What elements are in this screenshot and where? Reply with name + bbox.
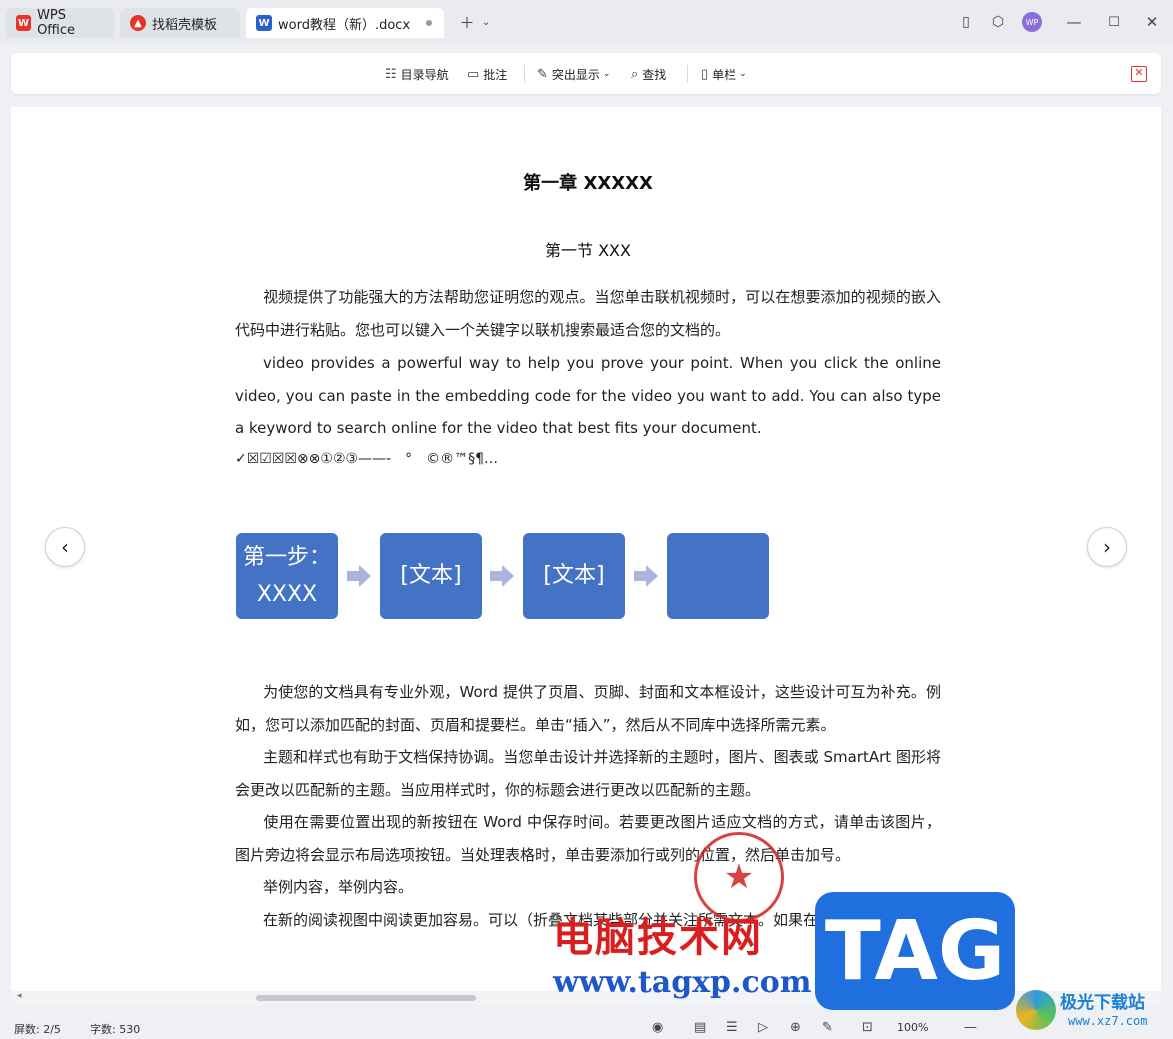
- arrow-icon: [490, 565, 514, 587]
- zoom-level[interactable]: 100%: [897, 1021, 928, 1034]
- highlight-button[interactable]: ✎ 突出显示 ⌄: [537, 64, 610, 84]
- divider: [687, 65, 688, 83]
- section-title: 第一节 XXX: [545, 241, 631, 260]
- arrow-icon: [634, 565, 658, 587]
- reading-toolbar: ☷ 目录导航 ▭ 批注 ✎ 突出显示 ⌄ ⌕ 查找 ▯ 单栏 ⌄: [11, 53, 1161, 94]
- chevron-down-icon: ⌄: [602, 69, 611, 79]
- comment-icon: ▭: [467, 66, 480, 82]
- page-view-icon[interactable]: ▤: [694, 1020, 706, 1035]
- maximize-icon[interactable]: ☐: [1104, 10, 1124, 34]
- title-bar: W WPS Office ▲ 找稻壳模板 W word教程（新）.docx ＋ …: [0, 0, 1173, 44]
- list-icon: ☷: [385, 66, 397, 82]
- smartart-step-4[interactable]: [667, 533, 769, 619]
- tab-label: word教程（新）.docx: [278, 17, 411, 33]
- paragraph: 为使您的文档具有专业外观，Word 提供了页眉、页脚、封面和文本框设计，这些设计…: [235, 676, 941, 741]
- step-text: [文本]: [400, 563, 462, 589]
- jiguang-watermark: 极光下载站 www.xz7.com: [1016, 986, 1166, 1036]
- comment-label: 批注: [483, 67, 508, 82]
- zoom-out-icon[interactable]: —: [964, 1020, 977, 1035]
- smartart-step-2[interactable]: [文本]: [380, 533, 482, 619]
- toc-button[interactable]: ☷ 目录导航: [385, 64, 449, 84]
- scroll-thumb[interactable]: [256, 995, 476, 1001]
- paragraph-text: video provides a powerful way to help yo…: [235, 354, 941, 437]
- columns-label: 单栏: [712, 67, 737, 82]
- word-doc-icon: W: [256, 15, 272, 31]
- comment-button[interactable]: ▭ 批注: [467, 64, 507, 84]
- status-bar: 屏数: 2/5 字数: 530 ◉ ▤ ☰ ▷ ⊕ ✎ ⊡ 100% —: [0, 1017, 1173, 1039]
- paragraph-text: 为使您的文档具有专业外观，Word 提供了页眉、页脚、封面和文本框设计，这些设计…: [235, 683, 941, 734]
- outline-icon[interactable]: ☰: [726, 1020, 738, 1035]
- chevron-down-icon[interactable]: ⌄: [480, 10, 492, 34]
- exit-reading-icon[interactable]: ✕: [1131, 66, 1147, 82]
- paragraph-text: 举例内容，举例内容。: [263, 878, 414, 896]
- tab-wps-office[interactable]: W WPS Office: [6, 8, 114, 38]
- avatar[interactable]: WP: [1022, 12, 1042, 32]
- next-page-button[interactable]: ›: [1087, 527, 1127, 567]
- paragraph: 视频提供了功能强大的方法帮助您证明您的观点。当您单击联机视频时，可以在想要添加的…: [235, 281, 941, 346]
- tab-label: WPS Office: [37, 8, 76, 38]
- step-text: [文本]: [543, 563, 605, 589]
- toc-label: 目录导航: [400, 67, 449, 82]
- chevron-left-icon: ‹: [61, 535, 69, 559]
- chevron-down-icon: ⌄: [739, 69, 747, 79]
- word-count[interactable]: 字数: 530: [90, 1021, 140, 1037]
- screen-count: 屏数: 2/5: [14, 1023, 61, 1036]
- cube-icon[interactable]: ⬡: [988, 10, 1008, 34]
- columns-button[interactable]: ▯ 单栏 ⌄: [701, 64, 747, 84]
- document-page: 第一章 XXXXX 第一节 XXX 视频提供了功能强大的方法帮助您证明您的观点。…: [11, 107, 1161, 991]
- paragraph-text: 视频提供了功能强大的方法帮助您证明您的观点。当您单击联机视频时，可以在想要添加的…: [235, 288, 941, 339]
- watermark-site-url: www.tagxp.com: [553, 965, 812, 1000]
- jiguang-url: www.xz7.com: [1068, 1014, 1148, 1028]
- paragraph-text: 主题和样式也有助于文档保持协调。当您单击设计并选择新的主题时，图片、图表或 Sm…: [235, 748, 941, 799]
- new-tab-icon[interactable]: ＋: [456, 10, 478, 34]
- arrow-icon: [347, 565, 371, 587]
- wps-logo-icon: W: [16, 15, 32, 31]
- highlighter-icon: ✎: [537, 66, 548, 82]
- tab-document[interactable]: W word教程（新）.docx: [246, 8, 444, 38]
- paragraph: 使用在需要位置出现的新按钮在 Word 中保存时间。若要更改图片适应文档的方式，…: [235, 806, 941, 871]
- layout-icon[interactable]: ▯: [956, 10, 976, 34]
- smartart-step-1[interactable]: 第一步：XXXX: [236, 533, 338, 619]
- jiguang-logo-icon: [1016, 990, 1056, 1030]
- fit-icon[interactable]: ⊡: [862, 1020, 873, 1035]
- page-icon: ▯: [701, 66, 709, 82]
- play-icon[interactable]: ▷: [758, 1020, 768, 1035]
- tag-logo: TAG: [815, 892, 1015, 1010]
- paragraph: 主题和样式也有助于文档保持协调。当您单击设计并选择新的主题时，图片、图表或 Sm…: [235, 741, 941, 806]
- prev-page-button[interactable]: ‹: [45, 527, 85, 567]
- chevron-right-icon: ›: [1103, 535, 1111, 559]
- jiguang-name: 极光下载站: [1060, 993, 1145, 1013]
- pen-icon[interactable]: ✎: [822, 1020, 833, 1035]
- paragraph-text: 使用在需要位置出现的新按钮在 Word 中保存时间。若要更改图片适应文档的方式，…: [235, 813, 941, 864]
- search-icon: ⌕: [631, 66, 639, 82]
- find-label: 查找: [642, 67, 667, 82]
- tab-label: 找稻壳模板: [152, 17, 218, 33]
- minimize-icon[interactable]: —: [1064, 10, 1084, 34]
- paragraph: video provides a powerful way to help yo…: [235, 347, 941, 445]
- divider: [524, 65, 525, 83]
- find-button[interactable]: ⌕ 查找: [631, 64, 666, 84]
- symbols-line: ✓☒☑☒☒⊗⊗①②③——- ° ©®™§¶…: [235, 451, 499, 467]
- smartart-step-3[interactable]: [文本]: [523, 533, 625, 619]
- scroll-left-icon[interactable]: ◂: [17, 991, 22, 1001]
- close-icon[interactable]: ✕: [1142, 10, 1162, 34]
- tab-template[interactable]: ▲ 找稻壳模板: [120, 8, 240, 38]
- unsaved-dot-icon[interactable]: [426, 20, 432, 26]
- eye-icon[interactable]: ◉: [652, 1020, 663, 1035]
- docer-logo-icon: ▲: [130, 15, 146, 31]
- globe-icon[interactable]: ⊕: [790, 1020, 801, 1035]
- chapter-title: 第一章 XXXXX: [523, 173, 653, 194]
- watermark-site-name: 电脑技术网: [553, 915, 763, 961]
- step-text: 第一步：XXXX: [242, 544, 331, 607]
- highlight-label: 突出显示: [551, 67, 600, 82]
